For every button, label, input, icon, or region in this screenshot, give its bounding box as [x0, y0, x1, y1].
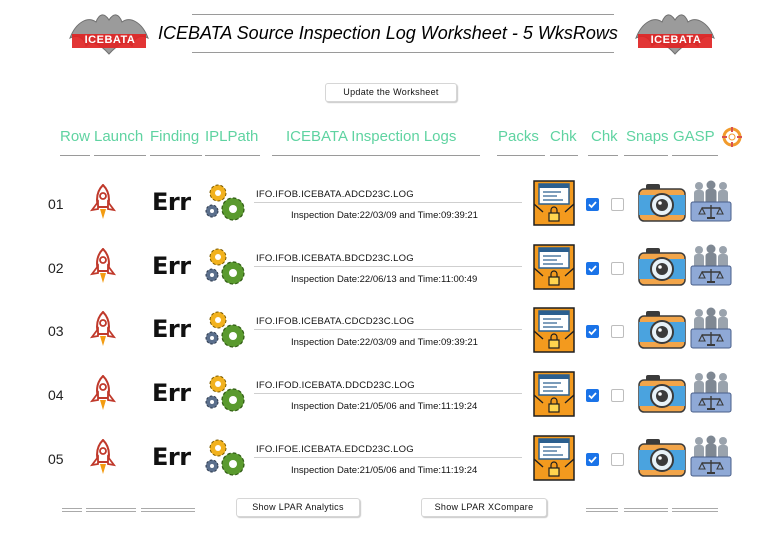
rocket-icon[interactable]: [89, 311, 117, 347]
log-file-name[interactable]: IFO.IFOB.ICEBATA.CDCD23C.LOG: [256, 316, 414, 327]
rocket-icon[interactable]: [89, 184, 117, 220]
row-number: 05: [48, 451, 64, 467]
camera-icon[interactable]: [638, 182, 686, 222]
header-rule: [588, 155, 618, 156]
footer-rule: [86, 508, 136, 512]
update-worksheet-button[interactable]: Update the Worksheet: [325, 83, 457, 102]
finding-status: Err: [152, 379, 191, 407]
title-rule-bottom: [192, 52, 614, 53]
camera-icon[interactable]: [638, 309, 686, 349]
row-number: 02: [48, 260, 64, 276]
gears-icon[interactable]: [204, 436, 248, 478]
locked-package-icon[interactable]: [533, 180, 575, 226]
chk-checkbox[interactable]: [586, 389, 599, 402]
left-logo: ICEBATA: [66, 8, 152, 64]
log-underline: [254, 393, 522, 394]
footer-rule: [624, 508, 668, 512]
inspection-date: Inspection Date:22/03/09 and Time:09:39:…: [291, 210, 478, 221]
header-rule: [150, 155, 202, 156]
header-rule: [94, 155, 146, 156]
chk-checkbox[interactable]: [586, 325, 599, 338]
col-header-packs: Packs: [498, 128, 539, 145]
col-header-chk: Chk: [550, 128, 577, 145]
camera-icon[interactable]: [638, 246, 686, 286]
right-logo: ICEBATA: [632, 8, 718, 64]
page-title: ICEBATA Source Inspection Log Worksheet …: [158, 23, 618, 43]
log-file-name[interactable]: IFO.IFOE.ICEBATA.EDCD23C.LOG: [256, 444, 414, 455]
show-lpar-xcompare-button[interactable]: Show LPAR XCompare: [421, 498, 547, 517]
chk-checkbox-2[interactable]: [611, 198, 624, 211]
log-underline: [254, 266, 522, 267]
locked-package-icon[interactable]: [533, 307, 575, 353]
col-header-chk-2: Chk: [591, 128, 618, 145]
camera-icon[interactable]: [638, 437, 686, 477]
col-header-logs: ICEBATA Inspection Logs: [286, 128, 457, 145]
rocket-icon[interactable]: [89, 439, 117, 475]
footer-rule: [62, 508, 82, 512]
rocket-icon[interactable]: [89, 248, 117, 284]
header-rule: [497, 155, 545, 156]
finding-status: Err: [152, 315, 191, 343]
finding-status: Err: [152, 443, 191, 471]
chk-checkbox-2[interactable]: [611, 453, 624, 466]
log-file-name[interactable]: IFO.IFOB.ICEBATA.BDCD23C.LOG: [256, 253, 414, 264]
finding-status: Err: [152, 252, 191, 280]
col-header-snaps: Snaps: [626, 128, 669, 145]
camera-icon[interactable]: [638, 373, 686, 413]
chk-checkbox[interactable]: [586, 198, 599, 211]
footer-rule: [141, 508, 195, 512]
header-rule: [672, 155, 718, 156]
footer-rule: [586, 508, 618, 512]
col-header-row: Row: [60, 128, 91, 145]
log-file-name[interactable]: IFO.IFOB.ICEBATA.ADCD23C.LOG: [256, 189, 414, 200]
people-scale-icon[interactable]: [690, 435, 732, 477]
col-header-iplpath: IPLPath: [205, 128, 259, 145]
logo-text: ICEBATA: [84, 34, 136, 46]
inspection-date: Inspection Date:21/05/06 and Time:11:19:…: [291, 401, 478, 412]
rocket-icon[interactable]: [89, 375, 117, 411]
row-number: 03: [48, 323, 64, 339]
chk-checkbox-2[interactable]: [611, 389, 624, 402]
chk-checkbox-2[interactable]: [611, 325, 624, 338]
header-rule: [60, 155, 90, 156]
log-underline: [254, 329, 522, 330]
col-header-gasp: GASP: [673, 128, 715, 145]
header-rule: [624, 155, 668, 156]
inspection-date: Inspection Date:22/06/13 and Time:11:00:…: [291, 274, 478, 285]
row-number: 04: [48, 387, 64, 403]
locked-package-icon[interactable]: [533, 244, 575, 290]
locked-package-icon[interactable]: [533, 371, 575, 417]
row-number: 01: [48, 196, 64, 212]
chk-checkbox[interactable]: [586, 453, 599, 466]
people-scale-icon[interactable]: [690, 307, 732, 349]
people-scale-icon[interactable]: [690, 371, 732, 413]
logo-text: ICEBATA: [650, 34, 702, 46]
chk-checkbox[interactable]: [586, 262, 599, 275]
log-file-name[interactable]: IFO.IFOD.ICEBATA.DDCD23C.LOG: [256, 380, 415, 391]
people-scale-icon[interactable]: [690, 244, 732, 286]
gears-icon[interactable]: [204, 372, 248, 414]
log-underline: [254, 457, 522, 458]
locked-package-icon[interactable]: [533, 435, 575, 481]
gears-icon[interactable]: [204, 308, 248, 350]
header-rule: [272, 155, 480, 156]
finding-status: Err: [152, 188, 191, 216]
show-lpar-analytics-button[interactable]: Show LPAR Analytics: [236, 498, 360, 517]
lifebuoy-icon[interactable]: [722, 127, 742, 147]
inspection-date: Inspection Date:21/05/06 and Time:11:19:…: [291, 465, 478, 476]
gears-icon[interactable]: [204, 245, 248, 287]
col-header-finding: Finding: [150, 128, 200, 145]
header-rule: [205, 155, 260, 156]
title-rule-top: [192, 14, 614, 15]
gears-icon[interactable]: [204, 181, 248, 223]
people-scale-icon[interactable]: [690, 180, 732, 222]
chk-checkbox-2[interactable]: [611, 262, 624, 275]
footer-rule: [672, 508, 718, 512]
col-header-launch: Launch: [94, 128, 144, 145]
log-underline: [254, 202, 522, 203]
inspection-date: Inspection Date:22/03/09 and Time:09:39:…: [291, 337, 478, 348]
header-rule: [550, 155, 578, 156]
